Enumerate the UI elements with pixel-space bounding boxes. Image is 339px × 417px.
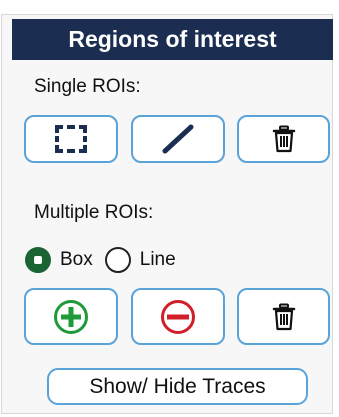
add-circle-icon: [54, 299, 88, 334]
panel-title: Regions of interest: [12, 19, 333, 60]
delete-multi-roi-button[interactable]: [237, 288, 330, 345]
remove-roi-button[interactable]: [131, 288, 225, 345]
radio-checked-icon[interactable]: [25, 247, 51, 273]
delete-single-roi-button[interactable]: [237, 115, 330, 163]
show-hide-traces-button[interactable]: Show/ Hide Traces: [47, 368, 308, 405]
line-draw-icon: [162, 124, 194, 154]
line-mode-radio[interactable]: Line: [104, 247, 176, 273]
trash-icon: [272, 125, 295, 153]
box-mode-radio[interactable]: Box: [25, 247, 93, 273]
box-mode-label: Box: [60, 249, 93, 270]
box-roi-button[interactable]: [24, 115, 118, 163]
add-roi-button[interactable]: [24, 288, 118, 345]
trash-icon: [272, 303, 295, 330]
multi-mode-radio-group: Box Line: [25, 246, 176, 274]
line-roi-button[interactable]: [131, 115, 225, 163]
multiple-rois-label: Multiple ROIs:: [34, 202, 154, 223]
single-rois-label: Single ROIs:: [34, 76, 141, 97]
radio-unchecked-icon[interactable]: [104, 247, 131, 273]
remove-circle-icon: [161, 299, 195, 334]
box-select-icon: [55, 125, 87, 153]
line-mode-label: Line: [139, 249, 176, 270]
